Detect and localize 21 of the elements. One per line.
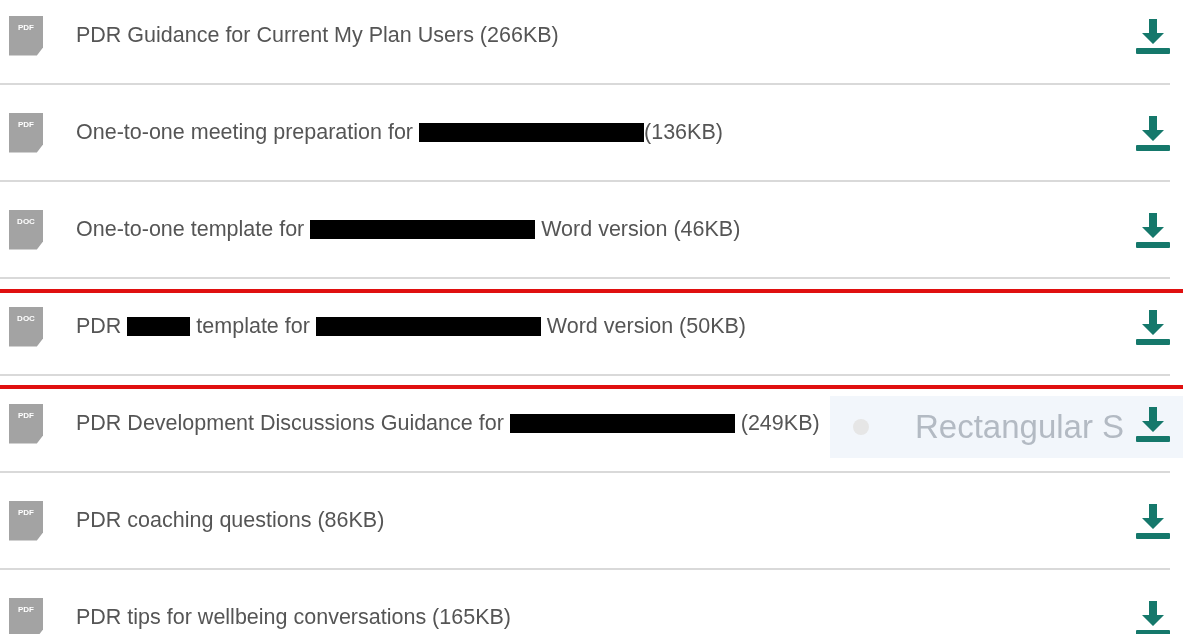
document-title[interactable]: PDR bbox=[76, 310, 128, 343]
file-icon: DOC bbox=[9, 209, 43, 250]
file-icon: DOC bbox=[9, 306, 43, 347]
file-icon: PDF bbox=[9, 15, 43, 56]
document-title[interactable]: (249KB) bbox=[734, 407, 820, 440]
file-icon: PDF bbox=[9, 112, 43, 153]
tooltip-text: Rectangular S bbox=[915, 407, 1125, 448]
document-title[interactable]: PDR tips for wellbeing conversations (165KB) bbox=[76, 601, 511, 634]
document-title[interactable]: PDR coaching questions (86KB) bbox=[76, 504, 385, 537]
document-title[interactable]: One-to-one meeting preparation for bbox=[76, 116, 419, 149]
file-icon: PDF bbox=[9, 597, 43, 634]
document-title[interactable]: Word version (50KB) bbox=[540, 310, 746, 343]
document-title[interactable]: PDR Development Discussions Guidance for bbox=[76, 407, 510, 440]
document-title[interactable]: PDR Guidance for Current My Plan Users (266KB) bbox=[76, 19, 559, 52]
document-title[interactable]: Word version (46KB) bbox=[535, 213, 741, 246]
document-title[interactable]: (136KB) bbox=[644, 116, 723, 149]
document-title[interactable]: One-to-one template for bbox=[76, 213, 311, 246]
file-icon: PDF bbox=[9, 500, 43, 541]
document-title[interactable]: template for bbox=[190, 310, 316, 343]
file-icon: PDF bbox=[9, 403, 43, 444]
redaction-bar bbox=[127, 317, 191, 336]
